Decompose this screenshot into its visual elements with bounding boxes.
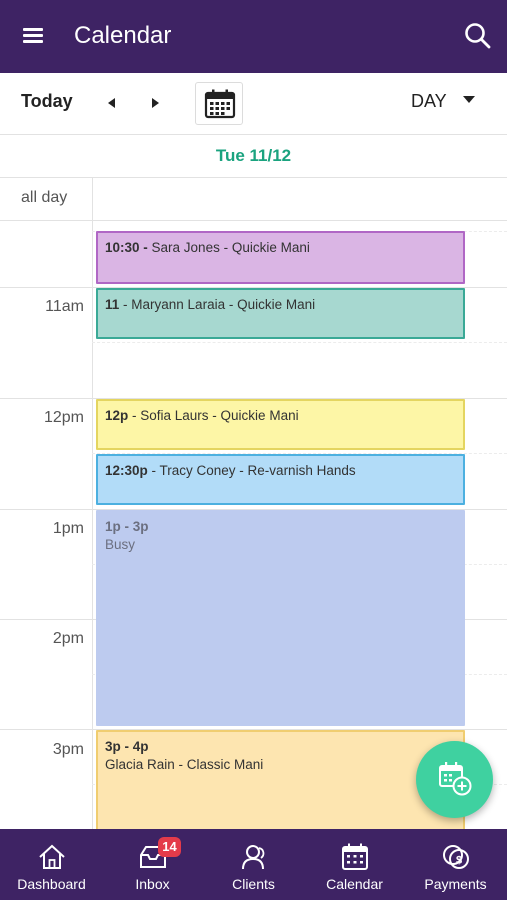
day-timeline: 11am 12pm 1pm 2pm 3pm 10:30 - Sara Jones… [0, 221, 507, 829]
appointment-time: 11 [105, 297, 120, 312]
view-selector[interactable]: DAY [411, 91, 447, 112]
inbox-badge: 14 [158, 837, 181, 857]
calendar-picker-icon [204, 89, 236, 119]
all-day-label: all day [21, 189, 68, 206]
today-button[interactable]: Today [21, 91, 73, 112]
add-appointment-button[interactable] [416, 741, 493, 818]
next-arrow-icon[interactable] [148, 93, 162, 113]
hour-label: 1pm [52, 520, 84, 537]
appointment-text: Glacia Rain - Classic Mani [105, 757, 264, 772]
appointment-block[interactable]: 12p - Sofia Laurs - Quickie Mani [96, 399, 465, 450]
hour-label: 3pm [52, 741, 84, 758]
clients-icon [241, 845, 264, 870]
appointment-block[interactable]: 10:30 - Sara Jones - Quickie Mani [96, 231, 465, 284]
date-header: Tue 11/12 [0, 136, 507, 178]
nav-payments[interactable]: $ Payments [405, 829, 506, 900]
menu-icon[interactable] [20, 22, 48, 50]
appointment-block[interactable]: 3p - 4p Glacia Rain - Classic Mani [96, 730, 465, 829]
svg-text:$: $ [455, 855, 461, 867]
calendar-toolbar: Today DAY [0, 73, 507, 135]
appointment-block[interactable]: 12:30p - Tracy Coney - Re-varnish Hands [96, 454, 465, 505]
prev-arrow-icon[interactable] [105, 93, 119, 113]
chevron-down-icon[interactable] [463, 96, 475, 103]
appointment-text: - Maryann Laraia - Quickie Mani [119, 297, 316, 312]
appointment-time: 3p - 4p [105, 739, 149, 754]
nav-label: Dashboard [17, 876, 86, 892]
busy-label: Busy [105, 537, 136, 552]
appointment-block[interactable]: 11 - Maryann Laraia - Quickie Mani [96, 288, 465, 339]
nav-label: Payments [424, 876, 487, 892]
appointment-time: 12p [105, 408, 129, 423]
appointment-text: - Tracy Coney - Re-varnish Hands [147, 463, 356, 478]
all-day-cell[interactable] [92, 178, 507, 220]
nav-label: Clients [232, 876, 275, 892]
nav-label: Inbox [135, 876, 170, 892]
payments-icon: $ [442, 845, 469, 869]
gutter-divider [92, 221, 93, 829]
hour-label: 12pm [43, 409, 84, 426]
all-day-row: all day [0, 178, 507, 221]
nav-clients[interactable]: Clients [203, 829, 304, 900]
nav-dashboard[interactable]: Dashboard [1, 829, 102, 900]
busy-block[interactable]: 1p - 3p Busy [96, 510, 465, 726]
calendar-add-icon [439, 762, 472, 796]
current-date: Tue 11/12 [215, 146, 292, 165]
busy-time: 1p - 3p [105, 519, 149, 534]
hour-label: 2pm [52, 630, 84, 647]
nav-calendar[interactable]: Calendar [304, 829, 405, 900]
search-icon[interactable] [462, 20, 494, 52]
nav-label: Calendar [326, 876, 383, 892]
nav-inbox[interactable]: Inbox [102, 829, 203, 900]
hour-label: 11am [45, 298, 84, 315]
appointment-time: 10:30 - [105, 240, 148, 255]
appointment-text: - Sofia Laurs - Quickie Mani [128, 408, 299, 423]
appointment-time: 12:30p [105, 463, 148, 478]
calendar-icon [341, 843, 368, 870]
home-icon [38, 844, 65, 869]
bottom-navigation: Dashboard Inbox Clients Calendar $ Payme… [0, 829, 507, 900]
page-title: Calendar [74, 22, 172, 49]
app: Calendar Today DAY Tue 11/12 all day 11a… [0, 0, 507, 900]
appointment-text: Sara Jones - Quickie Mani [147, 240, 310, 255]
date-picker-button[interactable] [195, 82, 243, 125]
app-header: Calendar [0, 0, 507, 73]
half-hour-line [92, 342, 507, 343]
